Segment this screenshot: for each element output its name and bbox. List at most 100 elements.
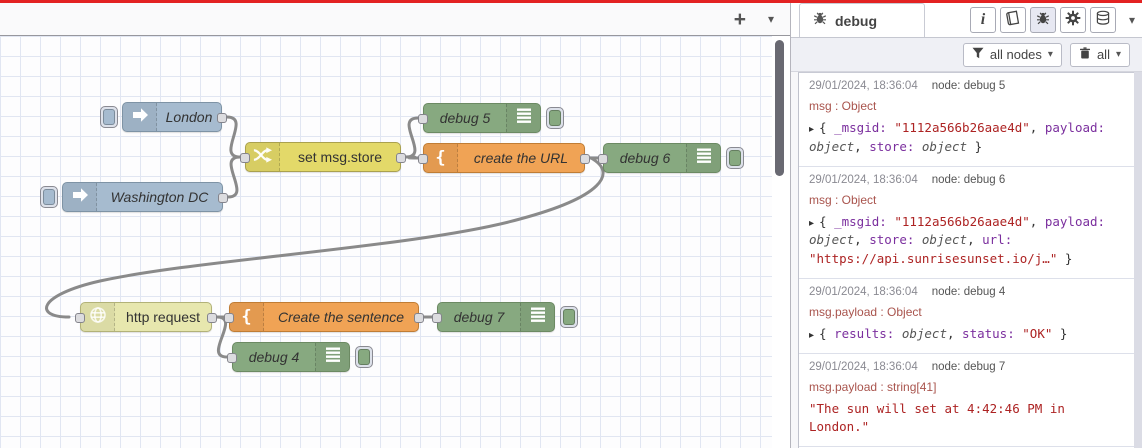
payload-token: object (901, 325, 947, 341)
debug-list-icon (515, 106, 533, 131)
input-port[interactable] (418, 154, 428, 164)
flow-node-debug6[interactable]: debug 6 (598, 143, 744, 173)
output-port[interactable] (396, 153, 406, 163)
input-port[interactable] (598, 154, 608, 164)
message-timestamp: 29/01/2024, 18:36:04 (809, 360, 918, 373)
payload-token: url: (982, 232, 1013, 248)
sidebar-tabbar: debug i ▾ (791, 3, 1142, 38)
flow-node-debug4[interactable]: debug 4 (227, 342, 373, 372)
payload-token: store: (869, 232, 922, 248)
output-port[interactable] (217, 113, 227, 123)
globe-icon (88, 305, 108, 330)
debug-toggle-button[interactable] (726, 147, 744, 169)
payload-token: , (854, 138, 870, 154)
expand-caret-icon[interactable]: ▸ (809, 330, 814, 341)
payload-token: status: (962, 325, 1023, 341)
input-port[interactable] (240, 153, 250, 163)
sidebar-button-info[interactable]: i (970, 7, 996, 33)
sidebar-collapse-icon[interactable]: ▾ (1122, 3, 1142, 37)
output-port[interactable] (414, 313, 424, 323)
canvas-scrollbar-thumb[interactable] (775, 40, 784, 176)
flow-node-london[interactable]: London (100, 102, 227, 132)
sidebar-button-book[interactable] (1000, 7, 1026, 33)
info-icon: i (980, 11, 986, 28)
tab-debug[interactable]: debug (799, 3, 925, 37)
input-port[interactable] (75, 313, 85, 323)
message-payload: ▸ { results: object, status: "OK" } (809, 325, 1124, 344)
output-port[interactable] (218, 193, 228, 203)
flow-node-wdc[interactable]: Washington DC (40, 182, 228, 212)
debug-toggle-button[interactable] (560, 306, 578, 328)
node-label: London (165, 109, 213, 125)
output-port[interactable] (207, 313, 217, 323)
payload-token: { (819, 213, 835, 229)
message-payload: ▸{ _msgid: "1112a566b26aae4d", payload: … (809, 119, 1124, 157)
sidebar-button-gear[interactable] (1060, 7, 1086, 33)
expand-caret-icon[interactable]: ▸ (809, 218, 814, 229)
message-timestamp: 29/01/2024, 18:36:04 (809, 80, 918, 92)
flow-node-sentence[interactable]: {Create the sentence (224, 302, 424, 332)
node-label: debug 4 (248, 349, 300, 365)
message-meta: 29/01/2024, 18:36:04 node: debug 5 (809, 80, 1124, 92)
debug-list-icon (695, 146, 713, 171)
clear-messages-button[interactable]: all ▾ (1069, 42, 1130, 67)
button-inner (549, 110, 561, 126)
input-port[interactable] (224, 313, 234, 323)
message-node-name[interactable]: node: debug 5 (932, 80, 1006, 92)
sidebar-icon-buttons: i (970, 3, 1122, 37)
payload-token: results: (834, 325, 902, 341)
debug-message-list: 29/01/2024, 18:36:04 node: debug 5 msg : O… (798, 72, 1134, 448)
payload-token: store: (869, 138, 922, 154)
button-inner (358, 349, 370, 365)
message-node-name[interactable]: node: debug 7 (932, 361, 1006, 373)
payload-token: "The sun will set at 4:42:46 PM in Londo… (809, 400, 1065, 435)
message-node-name[interactable]: node: debug 4 (932, 286, 1006, 298)
sidebar-button-bug[interactable] (1030, 7, 1056, 33)
node-red-editor: + ▾ London Washington DC set msg.store debu… (0, 0, 1142, 448)
flow-node-change[interactable]: set msg.store (240, 142, 406, 172)
curly-brace-icon: { (241, 307, 252, 327)
sidebar-button-context[interactable] (1090, 7, 1116, 33)
debug-messages-wrap: 29/01/2024, 18:36:04 node: debug 5 msg : O… (791, 72, 1142, 448)
inject-button[interactable] (100, 106, 118, 128)
debug-message: 29/01/2024, 18:36:04 node: debug 6 msg : O… (799, 167, 1134, 279)
debug-toggle-button[interactable] (546, 107, 564, 129)
flow-node-debug7[interactable]: debug 7 (432, 302, 578, 332)
payload-token: "1112a566b26aae4d" (894, 120, 1030, 135)
node-label: debug 7 (453, 309, 505, 325)
payload-token: , (854, 232, 870, 248)
clear-messages-label: all (1096, 47, 1110, 62)
flow-node-createurl[interactable]: { create the URL (418, 143, 590, 173)
output-port[interactable] (580, 154, 590, 164)
wire-change-to-createurl[interactable] (404, 155, 420, 160)
payload-token: object (921, 138, 968, 154)
payload-token: , (1029, 120, 1045, 135)
flow-node-debug5[interactable]: debug 5 (418, 103, 564, 133)
debug-scrollbar-track[interactable] (1134, 72, 1142, 448)
payload-token: { (819, 120, 835, 135)
node-label: Washington DC (110, 189, 209, 205)
payload-token: _msgid: (834, 213, 895, 229)
input-port[interactable] (432, 313, 442, 323)
sidebar: debug i ▾ all nodes ▾ all ▾ 29/01/2024, … (791, 3, 1142, 448)
curly-brace-icon: { (435, 148, 446, 168)
node-label: create the URL (473, 150, 569, 166)
gear-icon (1065, 10, 1081, 31)
filter-nodes-button[interactable]: all nodes ▾ (962, 42, 1062, 67)
add-flow-button[interactable]: + (734, 9, 746, 30)
debug-toggle-button[interactable] (355, 346, 373, 368)
input-port[interactable] (418, 114, 428, 124)
payload-token: { (819, 325, 835, 341)
expand-caret-icon[interactable]: ▸ (809, 124, 814, 135)
message-timestamp: 29/01/2024, 18:36:04 (809, 173, 918, 186)
message-payload: "The sun will set at 4:42:46 PM in Londo… (809, 400, 1124, 438)
payload-token: payload: (1044, 213, 1106, 229)
input-port[interactable] (227, 353, 237, 363)
flow-list-dropdown-icon[interactable]: ▾ (768, 12, 774, 26)
flow-node-http[interactable]: http request (75, 302, 217, 332)
message-node-name[interactable]: node: debug 6 (932, 174, 1006, 186)
payload-token: object (809, 138, 855, 154)
inject-button[interactable] (40, 186, 58, 208)
payload-token: "https://api.sunrisesunset.io/j…" (809, 251, 1058, 266)
chevron-down-icon: ▾ (1115, 49, 1121, 60)
